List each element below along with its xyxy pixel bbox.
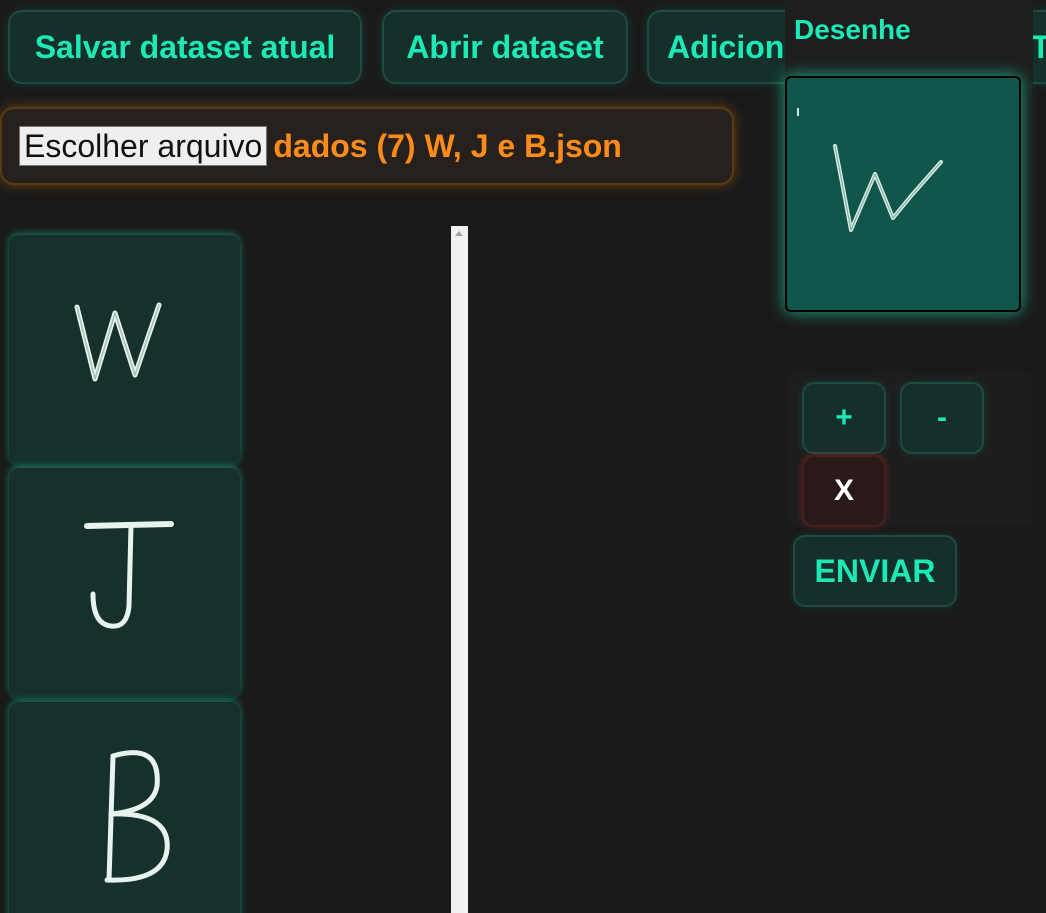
open-dataset-label: Abrir dataset — [406, 28, 604, 65]
send-label: ENVIAR — [814, 552, 936, 589]
toolbar-next-label: T — [1031, 29, 1046, 66]
dataset-list-scrollbar[interactable] — [451, 226, 468, 913]
letter-j-drawing — [84, 521, 174, 629]
letter-b-drawing — [104, 750, 170, 883]
open-dataset-button[interactable]: Abrir dataset — [382, 10, 628, 84]
choose-file-button[interactable]: Escolher arquivo — [19, 126, 268, 166]
increase-brush-button[interactable]: + — [802, 382, 886, 454]
dataset-item-b[interactable] — [9, 702, 240, 913]
file-input-bar: Escolher arquivo dados (7) W, J e B.json — [0, 107, 734, 185]
send-button[interactable]: ENVIAR — [793, 535, 957, 607]
selected-file-name: dados (7) W, J e B.json — [273, 127, 622, 164]
decrease-brush-label: - — [937, 401, 947, 434]
current-drawing-w — [797, 108, 943, 232]
increase-brush-label: + — [835, 401, 853, 434]
dataset-item-j[interactable] — [9, 468, 240, 698]
drawing-canvas[interactable] — [785, 76, 1021, 312]
scroll-up-arrow-icon[interactable] — [455, 231, 463, 236]
decrease-brush-button[interactable]: - — [900, 382, 984, 454]
clear-canvas-label: X — [833, 474, 854, 507]
drawing-panel-title: Desenhe — [794, 14, 911, 45]
app-root: Salvar dataset atual Abrir dataset Adici… — [0, 0, 1046, 913]
dataset-list — [0, 226, 468, 913]
clear-canvas-button[interactable]: X — [802, 455, 886, 527]
save-dataset-label: Salvar dataset atual — [34, 28, 336, 65]
dataset-item-w[interactable] — [9, 235, 240, 465]
save-dataset-button[interactable]: Salvar dataset atual — [8, 10, 362, 84]
letter-w-drawing — [74, 302, 162, 382]
